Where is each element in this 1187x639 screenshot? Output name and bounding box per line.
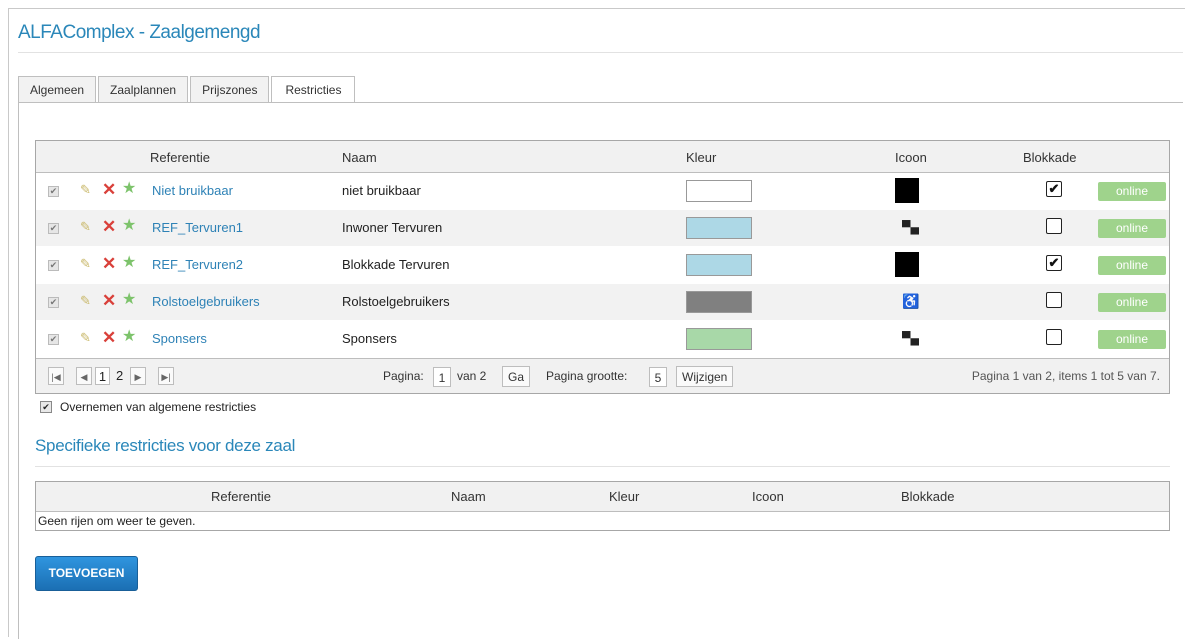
tab-algemeen[interactable]: Algemeen [18,76,97,102]
tab-restricties[interactable]: Restricties [271,76,356,103]
column-header-kleur[interactable]: Kleur [686,150,716,165]
delete-icon[interactable]: ✕ [102,218,116,235]
tab-bar: Algemeen Zaalplannen Prijszones Restrict… [18,76,357,103]
referentie-link[interactable]: Rolstoelgebruikers [152,294,260,309]
table-row: ✔ ✎ ✕ ★ REF_Tervuren1 Inwoner Tervuren ▀▄ onlin… [36,210,1169,247]
empty-message: Geen rijen om weer te geven. [38,514,196,528]
delete-icon[interactable]: ✕ [102,329,116,346]
grid-header: Referentie Naam Kleur Icoon Blokkade [36,141,1169,173]
row-select-checkbox[interactable]: ✔ [48,260,59,271]
referentie-link[interactable]: Niet bruikbaar [152,183,233,198]
row-select-checkbox[interactable]: ✔ [48,297,59,308]
title-divider [18,52,1183,53]
color-swatch [686,328,752,350]
blokkade-checkbox[interactable] [1046,292,1062,308]
change-size-button[interactable]: Wijzigen [676,366,734,387]
pager-info: Pagina 1 van 2, items 1 tot 5 van 7. [971,369,1160,383]
edit-icon[interactable]: ✎ [80,183,93,196]
status-badge[interactable]: online [1098,256,1166,275]
column-header-naam[interactable]: Naam [451,489,486,504]
star-icon[interactable]: ★ [122,254,136,271]
black-square-icon [895,178,919,203]
add-button[interactable]: TOEVOEGEN [35,556,138,591]
next-page-button[interactable]: ▶ [130,367,146,385]
seat-icon: ▀▄ [902,331,920,345]
inherit-checkbox[interactable]: ✔ [40,401,52,413]
edit-icon[interactable]: ✎ [80,331,93,344]
color-swatch [686,254,752,276]
column-header-naam[interactable]: Naam [342,150,377,165]
delete-icon[interactable]: ✕ [102,292,116,309]
table-row: ✔ ✎ ✕ ★ Sponsers Sponsers ▀▄ online [36,321,1169,358]
wheelchair-icon: ♿ [902,293,920,309]
referentie-link[interactable]: Sponsers [152,331,207,346]
naam-cell: Inwoner Tervuren [342,220,443,235]
row-select-checkbox[interactable]: ✔ [48,223,59,234]
naam-cell: Sponsers [342,331,397,346]
section-divider [35,466,1170,467]
page-label: Pagina: [383,369,424,383]
star-icon[interactable]: ★ [122,180,136,197]
referentie-link[interactable]: REF_Tervuren2 [152,257,243,272]
table-row: ✔ ✎ ✕ ★ REF_Tervuren2 Blokkade Tervuren ✔ onlin… [36,247,1169,284]
tab-prijszones[interactable]: Prijszones [190,76,270,102]
status-badge[interactable]: online [1098,219,1166,238]
table-row: ✔ ✎ ✕ ★ Niet bruikbaar niet bruikbaar ✔ online [36,173,1169,210]
referentie-link[interactable]: REF_Tervuren1 [152,220,243,235]
go-button[interactable]: Ga [502,366,531,387]
column-header-blokkade[interactable]: Blokkade [901,489,954,504]
row-select-checkbox[interactable]: ✔ [48,186,59,197]
specific-restrictions-grid: Referentie Naam Kleur Icoon Blokkade Gee… [35,481,1170,531]
naam-cell: Blokkade Tervuren [342,257,450,272]
page-total-label: van 2 [457,369,487,383]
page-size-input[interactable]: 5 [649,367,667,387]
color-swatch [686,217,752,239]
status-badge[interactable]: online [1098,330,1166,349]
black-square-icon [895,252,919,277]
restrictions-grid: Referentie Naam Kleur Icoon Blokkade ✔ ✎ ✕… [35,140,1170,394]
naam-cell: Rolstoelgebruikers [342,294,450,309]
status-badge[interactable]: online [1098,293,1166,312]
delete-icon[interactable]: ✕ [102,255,116,272]
column-header-referentie[interactable]: Referentie [211,489,271,504]
column-header-icoon[interactable]: Icoon [752,489,784,504]
column-header-referentie[interactable]: Referentie [150,150,210,165]
tab-zaalplannen[interactable]: Zaalplannen [98,76,189,102]
grid-header: Referentie Naam Kleur Icoon Blokkade [36,482,1169,512]
color-swatch [686,180,752,202]
blokkade-checkbox[interactable] [1046,218,1062,234]
column-header-kleur[interactable]: Kleur [609,489,639,504]
naam-cell: niet bruikbaar [342,183,421,198]
last-page-button[interactable]: ▶| [158,367,174,385]
color-swatch [686,291,752,313]
star-icon[interactable]: ★ [122,217,136,234]
first-page-button[interactable]: |◀ [48,367,64,385]
status-badge[interactable]: online [1098,182,1166,201]
edit-icon[interactable]: ✎ [80,294,93,307]
star-icon[interactable]: ★ [122,328,136,345]
column-header-icoon[interactable]: Icoon [895,150,927,165]
blokkade-checkbox[interactable]: ✔ [1046,255,1062,271]
edit-icon[interactable]: ✎ [80,220,93,233]
page-size-label: Pagina grootte: [546,369,628,383]
blokkade-checkbox[interactable]: ✔ [1046,181,1062,197]
page-input[interactable]: 1 [433,367,451,387]
page-number-2[interactable]: 2 [116,367,123,385]
column-header-blokkade[interactable]: Blokkade [1023,150,1076,165]
seat-icon: ▀▄ [902,220,920,234]
edit-icon[interactable]: ✎ [80,257,93,270]
page-title: ALFAComplex - Zaalgemengd [18,22,261,43]
page-number-1[interactable]: 1 [95,367,110,385]
table-row: ✔ ✎ ✕ ★ Rolstoelgebruikers Rolstoelgebruikers… [36,284,1169,321]
star-icon[interactable]: ★ [122,291,136,308]
prev-page-button[interactable]: ◀ [76,367,92,385]
blokkade-checkbox[interactable] [1046,329,1062,345]
row-select-checkbox[interactable]: ✔ [48,334,59,345]
pager: |◀ ◀ 1 2 ▶ ▶| Pagina: 1 van 2 Ga Pagina … [36,358,1169,393]
section-title: Specifieke restricties voor deze zaal [35,436,296,455]
inherit-restrictions[interactable]: ✔ Overnemen van algemene restricties [40,400,256,414]
delete-icon[interactable]: ✕ [102,181,116,198]
inherit-label: Overnemen van algemene restricties [60,400,257,414]
